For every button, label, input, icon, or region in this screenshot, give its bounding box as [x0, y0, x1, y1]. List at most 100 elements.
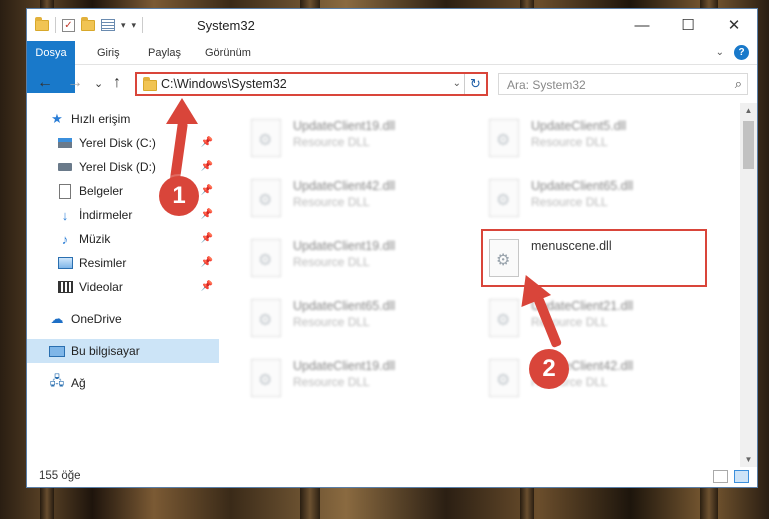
computer-icon: [49, 343, 65, 359]
file-name: UpdateClient19.dll: [293, 359, 396, 373]
scroll-up-icon[interactable]: ▲: [740, 106, 757, 115]
ribbon-tabs: Dosya Giriş Paylaş Görünüm ⌄ ?: [27, 41, 757, 93]
sidebar-item-this-pc[interactable]: Bu bilgisayar: [27, 339, 219, 363]
refresh-icon[interactable]: ↻: [464, 74, 486, 94]
file-type: Resource DLL: [293, 135, 370, 149]
dll-file-icon: [251, 119, 281, 157]
dll-file-icon: [251, 359, 281, 397]
pin-icon[interactable]: 📌: [201, 161, 213, 172]
properties-check-icon[interactable]: ✓: [62, 18, 75, 32]
scrollbar-thumb[interactable]: [743, 121, 754, 169]
toolbar-divider: [142, 17, 144, 33]
file-item[interactable]: UpdateClient5.dll Resource DLL: [485, 113, 715, 165]
dll-file-icon: [251, 299, 281, 337]
address-path[interactable]: C:\Windows\System32: [161, 77, 287, 91]
title-bar: ✓ ▾ ▾ System32 — ☐ ✕: [27, 9, 757, 41]
pin-icon[interactable]: 📌: [201, 185, 213, 196]
file-name: UpdateClient65.dll: [531, 179, 634, 193]
dll-file-icon: [489, 359, 519, 397]
file-name: UpdateClient19.dll: [293, 239, 396, 253]
sidebar-item-videos[interactable]: Videolar 📌: [57, 275, 219, 299]
file-name: UpdateClient19.dll: [293, 119, 396, 133]
search-icon[interactable]: ⌕: [735, 76, 742, 92]
tiles-view-icon[interactable]: [734, 470, 749, 483]
file-item[interactable]: UpdateClient19.dll Resource DLL: [247, 233, 477, 285]
dll-file-icon: [489, 179, 519, 217]
scroll-down-icon[interactable]: ▼: [740, 455, 757, 464]
file-name: UpdateClient42.dll: [293, 179, 396, 193]
window-controls: — ☐ ✕: [619, 9, 757, 41]
file-item[interactable]: UpdateClient42.dll Resource DLL: [485, 353, 715, 405]
download-icon: ↓: [61, 207, 69, 223]
file-item[interactable]: UpdateClient65.dll Resource DLL: [247, 293, 477, 345]
music-icon: ♪: [61, 231, 69, 247]
maximize-button[interactable]: ☐: [665, 9, 711, 41]
up-arrow-icon[interactable]: ↑: [113, 74, 121, 92]
status-bar: 155 öğe: [27, 467, 757, 487]
expand-ribbon-icon[interactable]: ⌄: [716, 47, 724, 58]
pin-icon[interactable]: 📌: [201, 281, 213, 292]
drive-c-icon: [57, 135, 73, 151]
chevron-down-icon[interactable]: ▾: [121, 20, 126, 31]
minimize-button[interactable]: —: [619, 9, 665, 41]
file-item[interactable]: UpdateClient19.dll Resource DLL: [247, 113, 477, 165]
file-name: UpdateClient65.dll: [293, 299, 396, 313]
customize-toolbar-icon[interactable]: ▾: [132, 20, 137, 31]
dll-file-icon: [489, 299, 519, 337]
address-row: ← → ⌄ ↑ C:\Windows\System32 ⌄ ↻ Ara: Sys…: [27, 69, 757, 99]
pin-icon[interactable]: 📌: [201, 209, 213, 220]
new-folder-icon[interactable]: [81, 16, 95, 31]
step-badge-2: 2: [529, 349, 569, 389]
sidebar-item-label: Videolar: [79, 280, 123, 294]
sidebar-item-music[interactable]: ♪ Müzik 📌: [57, 227, 219, 251]
folder-icon: [35, 16, 49, 31]
details-view-icon[interactable]: [713, 470, 728, 483]
address-bar[interactable]: C:\Windows\System32 ⌄ ↻: [135, 72, 488, 96]
view-toggle: [713, 470, 749, 483]
sidebar-item-network[interactable]: 🖧 Ağ: [49, 371, 219, 395]
file-item[interactable]: UpdateClient42.dll Resource DLL: [247, 173, 477, 225]
file-type: Resource DLL: [293, 255, 370, 269]
dll-file-icon: [251, 179, 281, 217]
sidebar-item-label: Resimler: [79, 256, 127, 270]
file-item[interactable]: UpdateClient65.dll Resource DLL: [485, 173, 715, 225]
forward-arrow-icon[interactable]: →: [67, 74, 83, 92]
sidebar-item-onedrive[interactable]: ☁ OneDrive: [49, 307, 219, 331]
search-input[interactable]: Ara: System32 ⌕: [498, 73, 748, 95]
sidebar-item-local-disk-c[interactable]: Yerel Disk (C:) 📌: [57, 131, 219, 155]
file-type: Resource DLL: [531, 135, 608, 149]
pin-icon[interactable]: 📌: [201, 137, 213, 148]
tab-share[interactable]: Paylaş: [148, 41, 181, 65]
view-properties-icon[interactable]: [101, 19, 115, 31]
close-button[interactable]: ✕: [711, 9, 757, 41]
sidebar-item-label: OneDrive: [71, 312, 122, 326]
sidebar-item-label: Bu bilgisayar: [71, 344, 140, 358]
sidebar-item-label: Yerel Disk (C:): [79, 136, 156, 150]
search-placeholder: Ara: System32: [507, 78, 586, 92]
file-item[interactable]: UpdateClient19.dll Resource DLL: [247, 353, 477, 405]
chevron-down-icon[interactable]: ⌄: [453, 78, 461, 89]
network-icon: 🖧: [49, 373, 65, 388]
sidebar-item-label: Yerel Disk (D:): [79, 160, 156, 174]
sidebar-item-pictures[interactable]: Resimler 📌: [57, 251, 219, 275]
folder-icon: [143, 77, 157, 91]
item-count: 155 öğe: [39, 470, 81, 482]
tab-home[interactable]: Giriş: [97, 41, 120, 65]
vertical-scrollbar[interactable]: ▲ ▼: [740, 103, 757, 467]
tab-view[interactable]: Görünüm: [205, 41, 251, 65]
help-icon[interactable]: ?: [734, 45, 749, 60]
step-badge-1: 1: [159, 176, 199, 216]
file-type: Resource DLL: [293, 195, 370, 209]
pin-icon[interactable]: 📌: [201, 257, 213, 268]
sidebar-item-local-disk-d[interactable]: Yerel Disk (D:) 📌: [57, 155, 219, 179]
file-type: Resource DLL: [531, 195, 608, 209]
quick-access-toolbar: ✓ ▾ ▾: [35, 16, 144, 33]
recent-locations-icon[interactable]: ⌄: [94, 77, 103, 90]
dll-file-icon: [251, 239, 281, 277]
pin-icon[interactable]: 📌: [201, 233, 213, 244]
sidebar-item-label: İndirmeler: [79, 208, 133, 222]
navigation-pane: ★ Hızlı erişim Yerel Disk (C:) 📌 Yerel D…: [27, 103, 219, 467]
back-arrow-icon[interactable]: ←: [37, 74, 53, 92]
file-list: UpdateClient19.dll Resource DLL UpdateCl…: [223, 103, 739, 467]
file-name: UpdateClient5.dll: [531, 119, 627, 133]
